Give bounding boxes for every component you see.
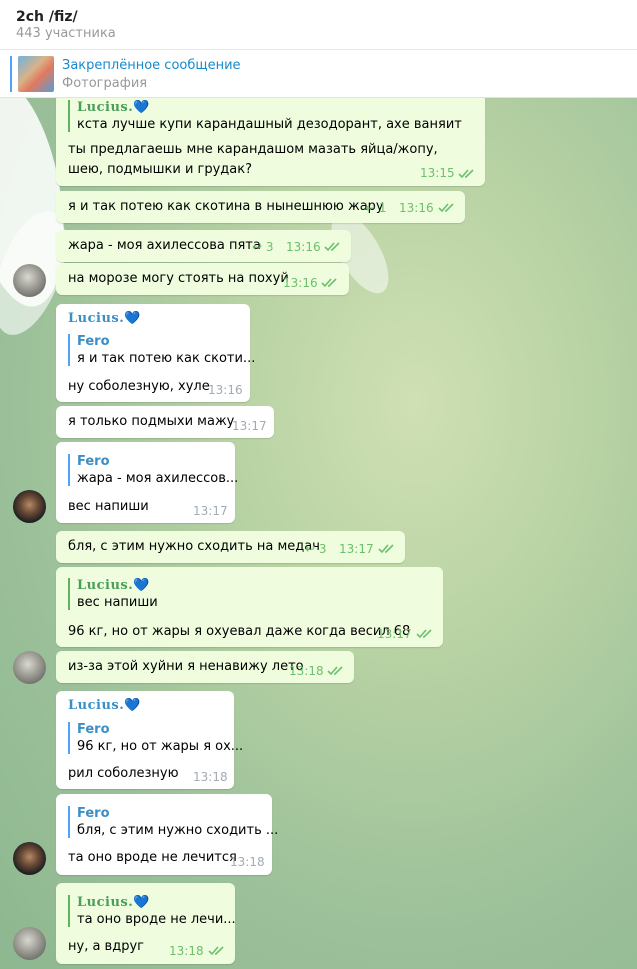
message-text: я только подмыхи мажу <box>68 414 235 429</box>
quote-text: вес напиши <box>77 595 158 610</box>
quote-text: бля, с этим нужно сходить ... <box>77 823 279 838</box>
double-check-icon <box>458 169 474 179</box>
message-time: 13:18 <box>169 944 204 958</box>
message-time: 13:18 <box>230 855 265 869</box>
avatar[interactable] <box>13 490 46 523</box>
quote-author: Fero <box>77 334 110 349</box>
message-bubble[interactable]: Lucius.💙 вес напиши 96 кг, но от жары я … <box>56 567 443 647</box>
reply-count[interactable]: ↩ 3 <box>305 542 327 556</box>
message-bubble[interactable]: Fero жара - моя ахилессов... вес напиши … <box>56 442 238 523</box>
message-text: 96 кг, но от жары я охуевал даже когда в… <box>68 624 411 639</box>
quote-author: Lucius.💙 <box>77 578 150 593</box>
member-count: 443 участника <box>16 26 116 41</box>
message-text: рил соболезную <box>68 766 179 781</box>
message-text: та оно вроде не лечится <box>68 850 237 865</box>
message-text: я и так потею как скотина в нынешнюю жар… <box>68 199 384 214</box>
double-check-icon <box>321 278 337 288</box>
message-time: 13:16 <box>399 201 434 215</box>
message-list[interactable]: Lucius.💙 кста лучше купи карандашный дез… <box>0 98 637 969</box>
message-bubble[interactable]: Lucius.💙 Fero я и так потею как скоти...… <box>56 304 255 402</box>
reply-quote[interactable]: Fero 96 кг, но от жары я ох... <box>68 722 243 754</box>
quote-text: жара - моя ахилессов... <box>77 471 239 486</box>
chat-header[interactable]: 2ch /fiz/ 443 участника <box>0 0 637 50</box>
message-bubble[interactable]: жара - моя ахилессова пята ↩ 3 13:16 <box>56 230 351 262</box>
pinned-photo-thumbnail[interactable] <box>18 56 54 92</box>
message-text: ты предлагаешь мне карандашом мазать яйц… <box>68 142 438 177</box>
message-time: 13:15 <box>420 166 455 180</box>
message-bubble[interactable]: на морозе могу стоять на похуй 13:16 <box>56 263 349 295</box>
message-bubble[interactable]: Lucius.💙 кста лучше купи карандашный дез… <box>56 98 485 186</box>
message-time: 13:17 <box>377 627 412 641</box>
quote-author: Lucius.💙 <box>77 895 150 910</box>
message-time: 13:17 <box>193 504 228 518</box>
quote-text: 96 кг, но от жары я ох... <box>77 739 244 754</box>
message-bubble[interactable]: я и так потею как скотина в нынешнюю жар… <box>56 191 465 223</box>
chat-title[interactable]: 2ch /fiz/ <box>16 9 78 25</box>
reply-arrow-icon: ↩ <box>305 542 316 556</box>
reply-arrow-icon: ↩ <box>365 201 376 215</box>
message-bubble[interactable]: Lucius.💙 та оно вроде не лечи... ну, а в… <box>56 883 236 964</box>
message-bubble[interactable]: Lucius.💙 Fero 96 кг, но от жары я ох... … <box>56 691 243 789</box>
message-text: ну, а вдруг <box>68 939 144 954</box>
message-bubble[interactable]: я только подмыхи мажу 13:17 <box>56 406 274 438</box>
avatar[interactable] <box>13 651 46 684</box>
message-text: на морозе могу стоять на похуй <box>68 271 289 286</box>
avatar[interactable] <box>13 264 46 297</box>
quote-author: Lucius.💙 <box>77 100 150 115</box>
double-check-icon <box>324 242 340 252</box>
reply-quote[interactable]: Fero бля, с этим нужно сходить ... <box>68 806 278 838</box>
message-text: жара - моя ахилессова пята <box>68 238 261 253</box>
pinned-accent-bar <box>10 56 12 92</box>
reply-count[interactable]: ↩ 3 <box>252 240 274 254</box>
message-time: 13:18 <box>289 664 324 678</box>
message-time: 13:16 <box>208 383 243 397</box>
message-time: 13:16 <box>286 240 321 254</box>
avatar[interactable] <box>13 842 46 875</box>
avatar[interactable] <box>13 927 46 960</box>
reply-quote[interactable]: Lucius.💙 кста лучше купи карандашный дез… <box>68 100 462 132</box>
reply-arrow-icon: ↩ <box>252 240 263 254</box>
reply-quote[interactable]: Lucius.💙 та оно вроде не лечи... <box>68 895 236 927</box>
quote-author: Fero <box>77 722 110 737</box>
pinned-subtitle: Фотография <box>62 76 148 91</box>
message-text: бля, с этим нужно сходить на медач <box>68 539 320 554</box>
pinned-title[interactable]: Закреплённое сообщение <box>62 58 241 73</box>
message-bubble[interactable]: Fero бля, с этим нужно сходить ... та он… <box>56 794 278 875</box>
pinned-message-bar[interactable]: Закреплённое сообщение Фотография <box>0 50 637 98</box>
quote-text: я и так потею как скоти... <box>77 351 256 366</box>
double-check-icon <box>208 946 224 956</box>
quote-author: Fero <box>77 454 110 469</box>
message-text: вес напиши <box>68 499 149 514</box>
message-time: 13:17 <box>339 542 374 556</box>
reply-count[interactable]: ↩ 1 <box>365 201 387 215</box>
message-time: 13:18 <box>193 770 228 784</box>
quote-author: Fero <box>77 806 110 821</box>
double-check-icon <box>438 203 454 213</box>
message-bubble[interactable]: бля, с этим нужно сходить на медач ↩ 3 1… <box>56 531 405 563</box>
quote-text: кста лучше купи карандашный дезодорант, … <box>77 117 462 132</box>
sender-name[interactable]: Lucius.💙 <box>68 311 141 326</box>
reply-quote[interactable]: Lucius.💙 вес напиши <box>68 578 158 610</box>
reply-quote[interactable]: Fero я и так потею как скоти... <box>68 334 255 366</box>
message-text: из-за этой хуйни я ненавижу лето <box>68 659 304 674</box>
message-time: 13:16 <box>283 276 318 290</box>
double-check-icon <box>416 629 432 639</box>
message-time: 13:17 <box>232 419 267 433</box>
quote-text: та оно вроде не лечи... <box>77 912 236 927</box>
double-check-icon <box>378 544 394 554</box>
message-bubble[interactable]: из-за этой хуйни я ненавижу лето 13:18 <box>56 651 354 683</box>
sender-name[interactable]: Lucius.💙 <box>68 698 141 713</box>
reply-quote[interactable]: Fero жара - моя ахилессов... <box>68 454 238 486</box>
message-text: ну соболезную, хуле <box>68 379 210 394</box>
double-check-icon <box>327 666 343 676</box>
